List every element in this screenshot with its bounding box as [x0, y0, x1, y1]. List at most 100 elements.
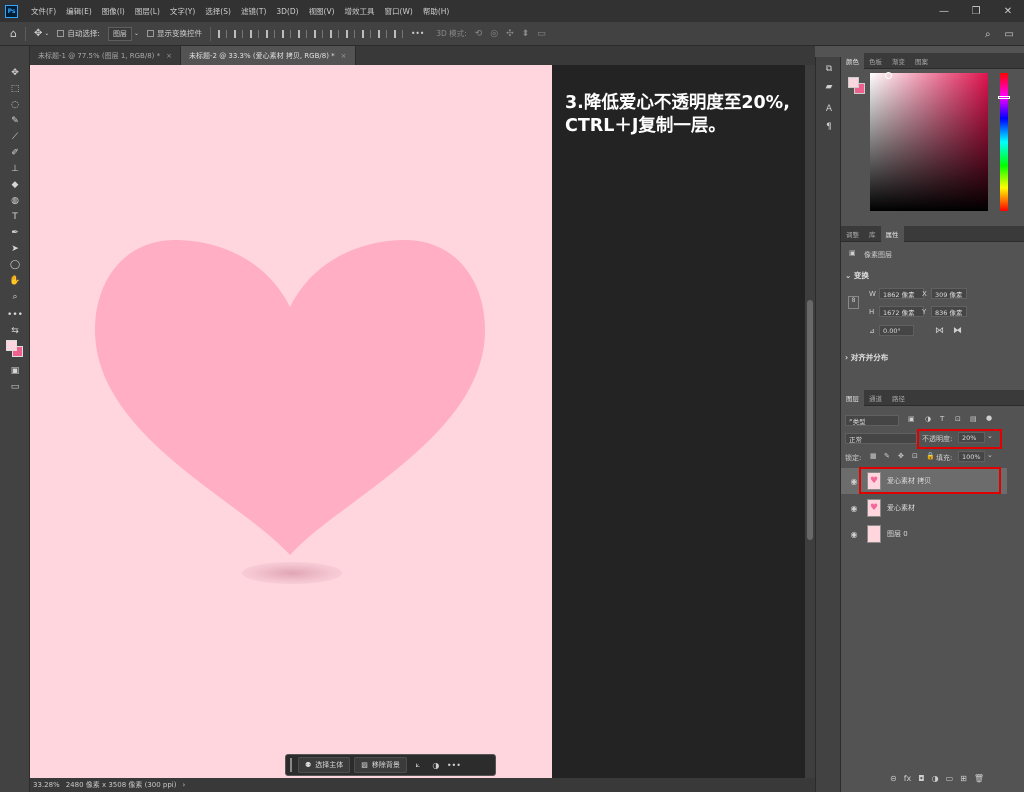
adjustment-layer-icon[interactable]: ◑	[932, 774, 939, 783]
3d-scale-icon[interactable]: ▭	[537, 29, 546, 39]
menu-window[interactable]: 窗口(W)	[380, 6, 418, 17]
tab-document-2[interactable]: 未标题-2 @ 33.3% (爱心素材 拷贝, RGB/8) * ×	[181, 46, 356, 65]
lock-transparent-icon[interactable]: ▦	[870, 452, 877, 460]
align-middle-icon[interactable]	[281, 29, 291, 38]
show-transform-checkbox[interactable]: 显示变换控件	[146, 28, 202, 39]
remove-background-button[interactable]: ▨ 移除背景	[354, 757, 407, 773]
align-bottom-icon[interactable]	[297, 29, 307, 38]
checkbox-box[interactable]	[146, 30, 154, 37]
tab-swatches[interactable]: 色板	[864, 53, 887, 69]
hand-tool-icon[interactable]: ✋	[7, 274, 23, 288]
workspace-icon[interactable]: ▭	[1005, 29, 1014, 40]
layer-filter-dropdown[interactable]: ⌕ 类型	[845, 415, 899, 426]
tab-libraries[interactable]: 库	[864, 226, 881, 242]
search-icon[interactable]: ⌕	[985, 29, 991, 40]
hue-slider-handle[interactable]	[998, 96, 1010, 99]
comments-icon[interactable]: ▰	[823, 81, 835, 93]
more-tools-icon[interactable]: •••	[7, 308, 23, 322]
transform-icon[interactable]: ⟀	[411, 758, 425, 772]
checkbox-box[interactable]	[57, 30, 65, 37]
stamp-tool-icon[interactable]: ⊥	[7, 162, 23, 176]
menu-3d[interactable]: 3D(D)	[271, 7, 303, 16]
document-canvas[interactable]	[30, 65, 552, 778]
drag-handle-icon[interactable]	[290, 758, 294, 772]
character-icon[interactable]: A	[823, 103, 835, 115]
move-tool-icon[interactable]: ✥	[7, 66, 23, 80]
hue-slider[interactable]	[1000, 73, 1008, 211]
brush-tool-icon[interactable]: ✐	[7, 146, 23, 160]
menu-file[interactable]: 文件(F)	[26, 6, 61, 17]
close-icon[interactable]: ×	[166, 52, 172, 60]
tab-channels[interactable]: 通道	[864, 390, 887, 406]
trash-icon[interactable]: 🗑	[974, 774, 984, 783]
foreground-color-swatch[interactable]	[6, 340, 17, 351]
distribute-icon[interactable]	[393, 29, 403, 38]
screen-mode-icon[interactable]: ▭	[7, 380, 23, 394]
width-field[interactable]: 1862 像素	[879, 288, 924, 299]
quick-select-tool-icon[interactable]: ✎	[7, 114, 23, 128]
menu-image[interactable]: 图像(I)	[97, 6, 130, 17]
align-top-icon[interactable]	[265, 29, 275, 38]
tab-paths[interactable]: 路径	[887, 390, 910, 406]
3d-slide-icon[interactable]: ⬍	[522, 29, 530, 39]
marquee-tool-icon[interactable]: ⬚	[7, 82, 23, 96]
layer-row-background[interactable]: ◉ 图层 0	[841, 521, 1007, 547]
adjustment-icon[interactable]: ◑	[429, 758, 443, 772]
distribute-icon[interactable]	[377, 29, 387, 38]
flip-horizontal-icon[interactable]: ⋈	[935, 326, 944, 336]
select-subject-button[interactable]: ⚉ 选择主体	[298, 757, 351, 773]
eye-icon[interactable]: ◉	[847, 504, 861, 513]
auto-select-dropdown[interactable]: 图层 ⌄	[107, 26, 139, 41]
filter-pixel-icon[interactable]: ▣	[908, 415, 915, 423]
distribute-icon[interactable]	[345, 29, 355, 38]
align-center-icon[interactable]	[233, 29, 243, 38]
quick-mask-icon[interactable]: ▣	[7, 364, 23, 378]
fill-field[interactable]: 100%	[958, 451, 985, 462]
menu-layer[interactable]: 图层(L)	[130, 6, 165, 17]
filter-type-icon[interactable]: T	[940, 415, 944, 423]
tab-properties[interactable]: 属性	[880, 226, 904, 242]
zoom-tool-icon[interactable]: ⌕	[7, 290, 23, 304]
close-icon[interactable]: ×	[341, 52, 347, 60]
more-options-icon[interactable]: •••	[411, 29, 424, 38]
swap-colors-icon[interactable]: ⇆	[7, 324, 23, 338]
minimize-button[interactable]: —	[928, 0, 960, 22]
fx-icon[interactable]: fx	[904, 774, 912, 783]
filter-shape-icon[interactable]: ⊡	[955, 415, 961, 423]
color-picker-field[interactable]	[870, 73, 988, 211]
lock-position-icon[interactable]: ✥	[898, 452, 904, 460]
paragraph-icon[interactable]: ¶	[823, 121, 835, 133]
menu-filter[interactable]: 滤镜(T)	[236, 6, 271, 17]
tab-adjustments[interactable]: 调整	[841, 226, 864, 242]
chevron-down-icon[interactable]: ⌄	[987, 451, 993, 459]
pen-tool-icon[interactable]: ✒	[7, 226, 23, 240]
panel-foreground-color[interactable]	[848, 77, 859, 88]
tab-gradients[interactable]: 渐变	[887, 53, 910, 69]
group-icon[interactable]: ▭	[946, 774, 954, 783]
history-icon[interactable]: ⧉	[823, 63, 835, 75]
blend-mode-dropdown[interactable]: 正常	[845, 433, 917, 444]
tab-color[interactable]: 颜色	[841, 53, 864, 69]
smudge-tool-icon[interactable]: ◍	[7, 194, 23, 208]
distribute-icon[interactable]	[329, 29, 339, 38]
lock-pixels-icon[interactable]: ✎	[884, 452, 890, 460]
lasso-tool-icon[interactable]: ◌	[7, 98, 23, 112]
distribute-icon[interactable]	[361, 29, 371, 38]
eye-icon[interactable]: ◉	[847, 530, 861, 539]
mask-icon[interactable]: ◘	[918, 774, 924, 783]
align-right-icon[interactable]	[249, 29, 259, 38]
layer-row-original[interactable]: ◉ ♥ 爱心素材	[841, 495, 1007, 521]
home-icon[interactable]: ⌂	[10, 27, 17, 40]
more-icon[interactable]: •••	[447, 758, 461, 772]
x-field[interactable]: 309 像素	[931, 288, 967, 299]
maximize-button[interactable]: ❐	[960, 0, 992, 22]
new-layer-icon[interactable]: ⊞	[960, 774, 967, 783]
lock-artboard-icon[interactable]: ⊡	[912, 452, 918, 460]
flip-vertical-icon[interactable]: ⧓	[953, 326, 962, 336]
path-select-tool-icon[interactable]: ➤	[7, 242, 23, 256]
y-field[interactable]: 836 像素	[931, 306, 967, 317]
menu-type[interactable]: 文字(Y)	[165, 6, 200, 17]
close-window-button[interactable]: ✕	[992, 0, 1024, 22]
auto-select-checkbox[interactable]: 自动选择:	[57, 28, 100, 39]
color-picker-marker[interactable]	[885, 72, 892, 79]
